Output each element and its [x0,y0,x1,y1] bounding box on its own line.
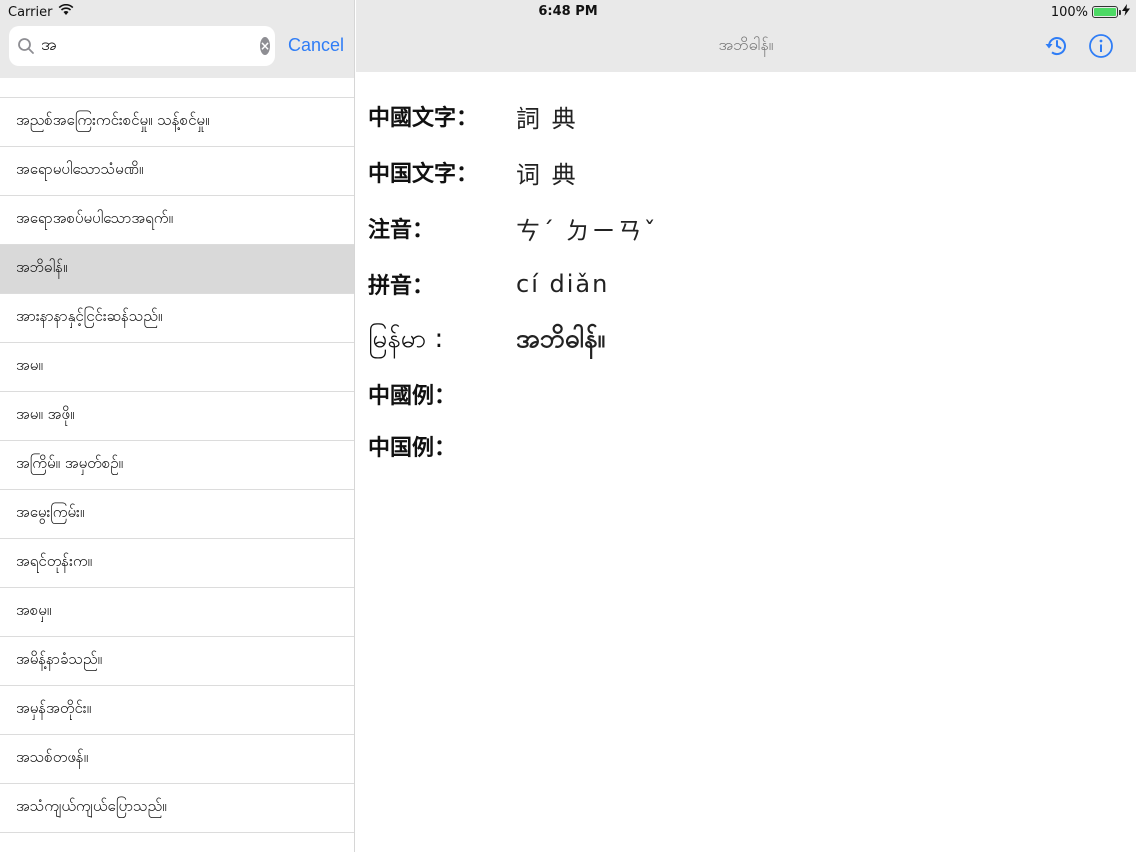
list-item[interactable]: အကြိမ်။ အမှတ်စဉ်။ [0,441,354,490]
entry-value: အဘိဓါန်။ [516,323,606,354]
detail-panel: အဘိဓါန်။ 中國文字： 詞 典 中国文字： 词 典 注音： ㄘˊ ㄉㄧㄢˇ… [356,0,1136,852]
entry-row-traditional: 中國文字： 詞 典 [368,88,658,144]
entry-row-pinyin: 拼音： cí diǎn [368,256,658,312]
clear-icon[interactable]: × [260,37,271,55]
entry-row-example-traditional: 中國例： [368,368,658,420]
list-item-selected[interactable]: အဘိဓါန်။ [0,245,354,294]
entry-value: ㄘˊ ㄉㄧㄢˇ [516,216,658,245]
status-time: 6:48 PM [538,4,598,19]
results-list: အညစ်အကြေးကင်းစင်မှု။ သန့်စင်မှု။ အရောမပါ… [0,78,354,833]
entry-label: 中國例： [368,384,457,409]
list-item[interactable]: အညစ်အကြေးကင်းစင်မှု။ သန့်စင်မှု။ [0,98,354,147]
list-item[interactable]: အမ။ အဖို။ [0,392,354,441]
battery-level [1094,8,1116,16]
list-item[interactable]: အရင်တုန်းက။ [0,539,354,588]
list-item[interactable]: အမွေးကြမ်း။ [0,490,354,539]
search-field[interactable]: × [9,26,275,66]
battery-percent: 100% [1050,4,1088,20]
list-item[interactable]: အသစ်တဖန်။ [0,735,354,784]
battery-icon [1092,6,1121,18]
sidebar: × Cancel အညစ်အကြေးကင်းစင်မှု။ သန့်စင်မှု… [0,0,355,852]
entry-value: cí diǎn [516,270,610,298]
list-item[interactable]: အရောမပါသောသံမဏိ။ [0,147,354,196]
list-item[interactable]: အားနာနာနှင့်ငြင်းဆန်သည်။ [0,294,354,343]
cancel-button[interactable]: Cancel [288,35,344,56]
status-bar: Carrier 6:48 PM 100% [0,0,1136,24]
entry-value: 词 典 [516,160,578,189]
entry-label: 中国文字： [368,162,479,187]
entry-label: 注音： [368,218,435,243]
entry-row-myanmar: မြန်မာ : အဘိဓါန်။ [368,312,658,368]
info-icon[interactable] [1088,33,1114,59]
list-item[interactable]: အမှန်အတိုင်း။ [0,686,354,735]
entry-label: 拼音： [368,274,435,299]
page-title: အဘိဓါန်။ [718,35,774,54]
list-item[interactable]: အစမှ။ [0,588,354,637]
list-item-partial[interactable] [0,78,354,98]
entry-row-zhuyin: 注音： ㄘˊ ㄉㄧㄢˇ [368,200,658,256]
entry-row-simplified: 中国文字： 词 典 [368,144,658,200]
entry-row-example-simplified: 中国例： [368,420,658,472]
list-item[interactable]: အမိန့်နာခံသည်။ [0,637,354,686]
search-icon [17,37,35,55]
list-item[interactable]: အသံကျယ်ကျယ်ပြောသည်။ [0,784,354,833]
charging-bolt-icon [1122,4,1130,20]
search-input[interactable] [41,36,260,56]
entry-label: မြန်မာ : [368,323,444,354]
list-item[interactable]: အရောအစပ်မပါသောအရက်။ [0,196,354,245]
entry-label: 中国例： [368,436,457,461]
entry-value: 詞 典 [516,104,578,133]
list-item[interactable]: အမ။ [0,343,354,392]
entry-label: 中國文字： [368,106,479,131]
entry-details: 中國文字： 詞 典 中国文字： 词 典 注音： ㄘˊ ㄉㄧㄢˇ 拼音： cí d… [368,88,658,472]
history-icon[interactable] [1044,33,1070,59]
